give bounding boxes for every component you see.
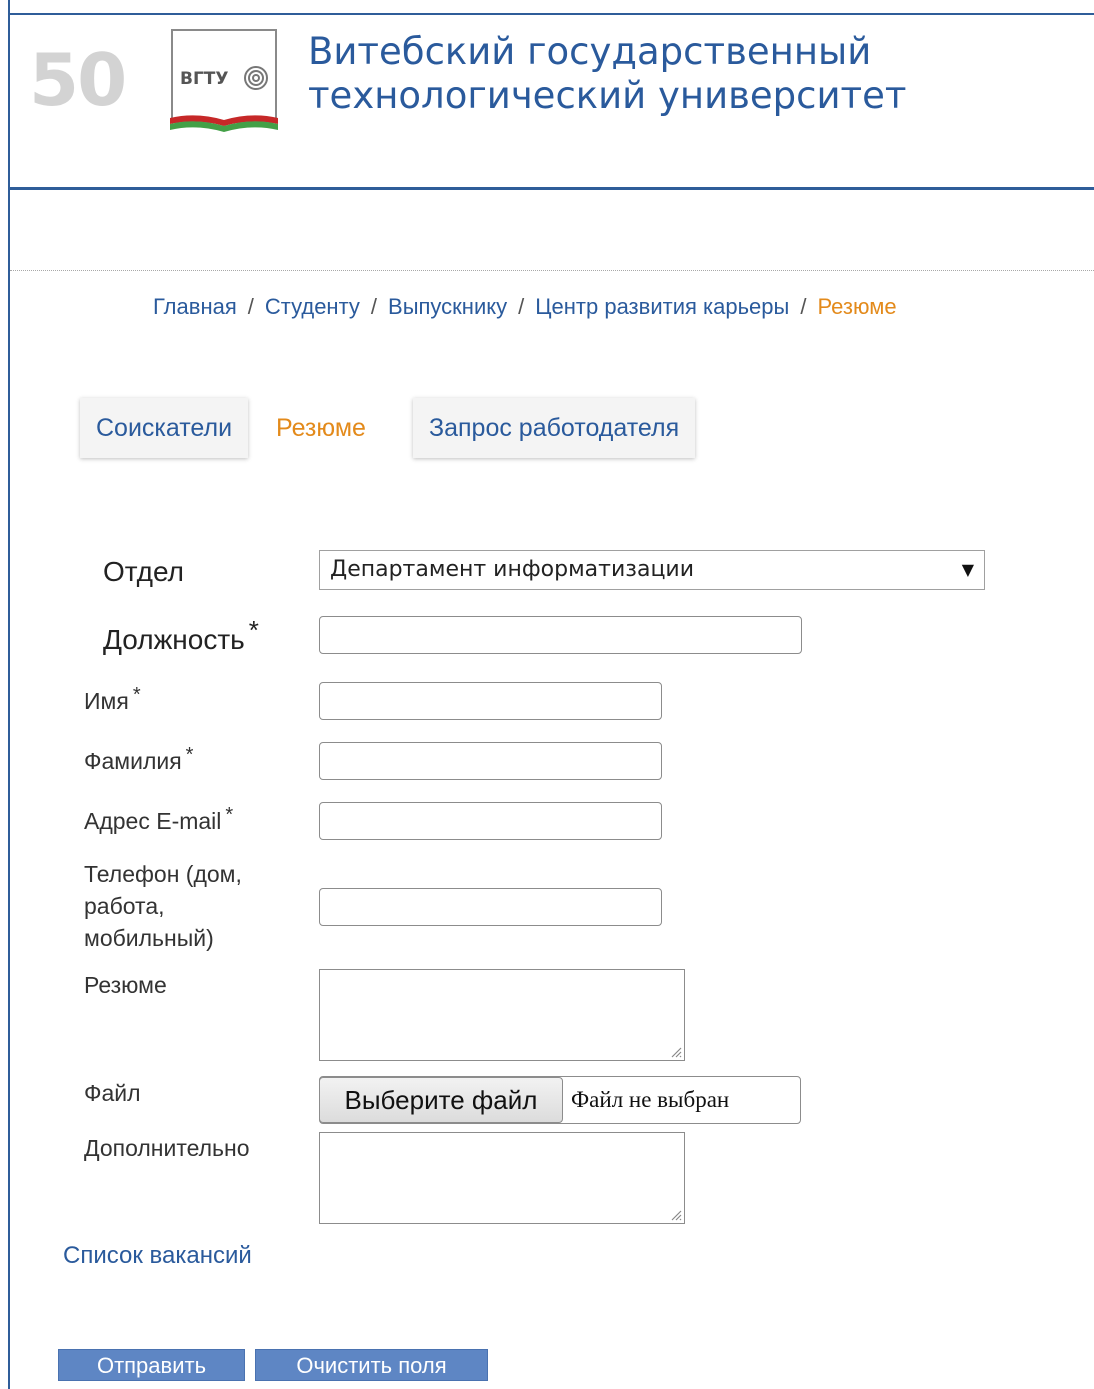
breadcrumb-separator: / (370, 294, 378, 319)
breadcrumb-career-center[interactable]: Центр развития карьеры (535, 294, 789, 319)
breadcrumb: Главная / Студенту / Выпускнику / Центр развит… (153, 293, 897, 321)
first-name-label: Имя * (84, 684, 141, 714)
last-name-input[interactable] (319, 742, 662, 780)
header-divider (10, 187, 1094, 190)
department-selected: Департамент информатизации (330, 557, 695, 582)
position-label: Должность * (103, 615, 259, 655)
required-marker: * (225, 804, 234, 826)
choose-file-button[interactable]: Выберите файл (319, 1077, 563, 1123)
resume-textarea[interactable] (319, 969, 685, 1061)
dropdown-arrow-icon: ▼ (961, 560, 974, 579)
email-label: Адрес E-mail * (84, 804, 234, 834)
tab-employer-request[interactable]: Запрос работодателя (413, 398, 696, 458)
breadcrumb-separator: / (247, 294, 254, 319)
reset-button[interactable]: Очистить поля (255, 1349, 488, 1381)
phone-input[interactable] (319, 888, 662, 926)
resume-label: Резюме (84, 972, 167, 998)
logo-text: ВГТУ (180, 69, 229, 89)
last-name-label: Фамилия * (84, 744, 194, 774)
file-status: Файл не выбран (571, 1087, 730, 1112)
breadcrumb-home[interactable]: Главная (153, 294, 237, 319)
position-input[interactable] (319, 616, 802, 654)
page-frame-top (8, 13, 1094, 15)
university-book-logo[interactable]: ВГТУ (168, 28, 280, 136)
submit-button[interactable]: Отправить (58, 1349, 245, 1381)
phone-label: Телефон (дом, работа, мобильный) (84, 861, 242, 951)
first-name-input[interactable] (319, 682, 662, 720)
page-frame-left (8, 0, 10, 1389)
breadcrumb-separator: / (518, 294, 525, 319)
required-marker: * (185, 744, 194, 766)
resize-grip-icon[interactable] (670, 1046, 682, 1058)
tab-resume[interactable]: Резюме (260, 398, 382, 458)
breadcrumb-student[interactable]: Студенту (265, 294, 360, 319)
menu-divider (10, 270, 1094, 271)
file-label: Файл (84, 1080, 141, 1106)
site-title-line2: технологический университет (308, 74, 907, 117)
site-title-line1: Витебский государственный (308, 30, 872, 73)
breadcrumb-current: Резюме (817, 294, 897, 319)
extra-textarea[interactable] (319, 1132, 685, 1224)
anniversary-logo: 50 (29, 38, 127, 122)
required-marker: * (132, 684, 141, 706)
resize-grip-icon[interactable] (670, 1209, 682, 1221)
vacancies-link[interactable]: Список вакансий (63, 1240, 252, 1272)
site-title[interactable]: Витебский государственный технологически… (308, 30, 906, 118)
email-input[interactable] (319, 802, 662, 840)
file-input[interactable]: Выберите файл Файл не выбран (319, 1076, 801, 1124)
breadcrumb-graduate[interactable]: Выпускнику (388, 294, 507, 319)
breadcrumb-separator: / (800, 294, 807, 319)
tab-applicants[interactable]: Соискатели (80, 398, 249, 458)
extra-label: Дополнительно (84, 1135, 250, 1161)
department-select[interactable]: Департамент информатизации ▼ (319, 550, 985, 590)
department-label: Отдел (103, 556, 184, 587)
required-marker: * (248, 615, 259, 645)
